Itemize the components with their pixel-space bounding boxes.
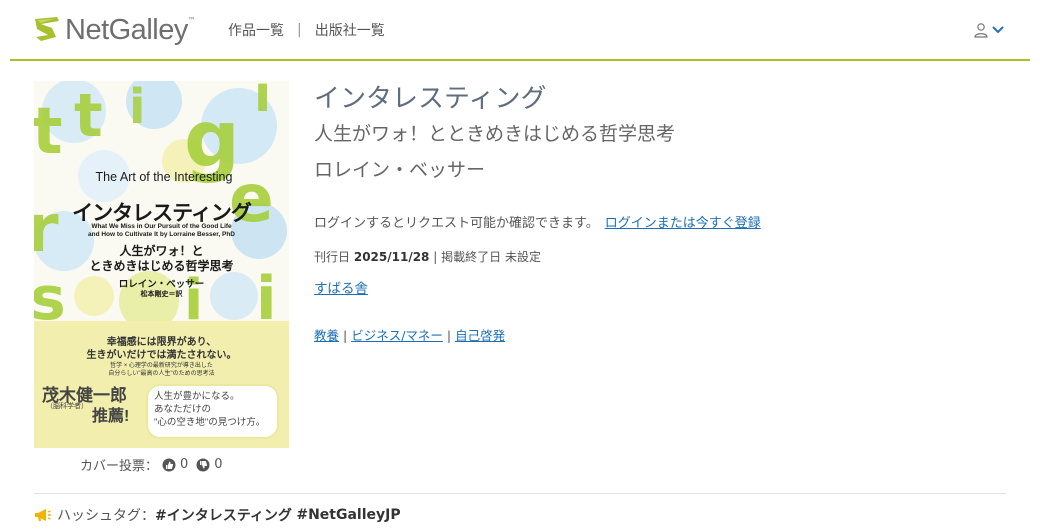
category-link-business[interactable]: ビジネス/マネー: [351, 328, 443, 343]
cover-translator: 松本剛史＝訳: [140, 291, 183, 298]
login-prompt-row: ログインするとリクエスト可能か確認できます。 ログインまたは今すぐ登録: [314, 212, 761, 231]
category-separator: |: [446, 328, 452, 343]
login-prompt-text: ログインするとリクエスト可能か確認できます。: [314, 216, 599, 231]
cover-votes: カバー投票： 0 0: [80, 455, 223, 474]
netgalley-logo[interactable]: NetGalley ™: [32, 12, 196, 48]
site-header: NetGalley ™ 作品一覧 | 出版社一覧: [10, 0, 1030, 61]
svg-text:t: t: [34, 95, 63, 169]
user-icon: [974, 23, 988, 38]
cover-recommend-word: 推薦!: [92, 408, 130, 425]
category-separator: |: [343, 328, 348, 343]
chevron-down-icon: [992, 26, 1004, 34]
main-nav: 作品一覧 | 出版社一覧: [228, 20, 385, 40]
book-cover[interactable]: t t g i e r s i i i The Art of the Inter…: [34, 81, 289, 448]
section-divider: [34, 493, 1006, 494]
pub-date-value: 2025/11/28: [353, 250, 430, 264]
thumbs-down-icon[interactable]: [196, 458, 210, 472]
svg-text:t: t: [74, 81, 103, 151]
hashtags-row: ハッシュタグ： #インタレスティング #NetGalleyJP: [34, 505, 401, 525]
thumbs-up-count: 0: [180, 457, 189, 472]
svg-text:i: i: [254, 81, 271, 123]
cover-subtitle-en: What We Miss in Our Pursuit of the Good …: [34, 223, 289, 239]
cover-author: ロレイン・ベッサー: [118, 279, 205, 290]
publication-info: 刊行日 2025/11/28 | 掲載終了日 未設定: [314, 248, 541, 265]
cover-art: t t g i e r s i i i The Art of the Inter…: [34, 81, 289, 321]
category-list: 教養 | ビジネス/マネー | 自己啓発: [314, 325, 505, 344]
end-date-value: 未設定: [504, 250, 541, 264]
thumbs-down-count: 0: [214, 457, 223, 472]
nav-separator: |: [297, 22, 302, 38]
cover-speech-bubble: 人生が豊かになる。 あなただけの "心の空き地"の見つけ方。: [146, 384, 279, 439]
hashtag-netgalley: #NetGalleyJP: [296, 507, 401, 523]
thumbs-up-icon[interactable]: [162, 458, 176, 472]
cover-subtitle-en-line-1: What We Miss in Our Pursuit of the Good …: [91, 223, 232, 230]
cover-copy-line-2: 生きがいだけでは満たされない。: [86, 350, 237, 361]
cover-recommender-role: （脳科学者）: [46, 402, 88, 410]
cover-subtitle-jp-line-2: ときめきはじめる哲学思考: [89, 259, 234, 273]
pub-info-separator: |: [433, 250, 438, 264]
nav-publishers-link[interactable]: 出版社一覧: [315, 20, 385, 40]
login-register-link[interactable]: ログインまたは今すぐ登録: [605, 216, 761, 231]
pub-date-label: 刊行日: [314, 250, 351, 264]
bubble-line-3: "心の空き地"の見つけ方。: [154, 417, 266, 428]
cover-votes-label: カバー投票：: [80, 459, 159, 474]
category-link-liberal-arts[interactable]: 教養: [314, 328, 339, 343]
bubble-line-2: あなただけの: [154, 404, 212, 415]
cover-title-en: The Art of the Interesting: [95, 170, 233, 184]
bubble-line-1: 人生が豊かになる。: [154, 391, 240, 402]
publisher-link[interactable]: すばる舎: [314, 277, 368, 297]
book-author: ロレイン・ベッサー: [314, 160, 486, 181]
book-title: インタレスティング: [314, 83, 547, 113]
cover-subtitle-en-line-2: and How to Cultivate It by Lorraine Bess…: [87, 231, 235, 238]
account-menu[interactable]: [973, 22, 1004, 38]
logo-trademark: ™: [187, 15, 196, 25]
netgalley-logo-icon: [35, 17, 59, 41]
hashtags-label: ハッシュタグ：: [57, 508, 155, 524]
logo-text: NetGalley: [65, 13, 188, 46]
nav-titles-link[interactable]: 作品一覧: [228, 20, 284, 40]
svg-text:i: i: [129, 81, 145, 135]
cover-copy-line-4: 自分らしい"最高の人生"のための思考法: [108, 371, 215, 377]
book-subtitle: 人生がワォ！とときめきはじめる哲学思考: [314, 124, 676, 145]
end-date-label: 掲載終了日: [441, 250, 502, 264]
megaphone-icon: [35, 509, 51, 521]
hashtag-title: #インタレスティング: [155, 508, 292, 524]
category-link-self-help[interactable]: 自己啓発: [455, 328, 505, 343]
